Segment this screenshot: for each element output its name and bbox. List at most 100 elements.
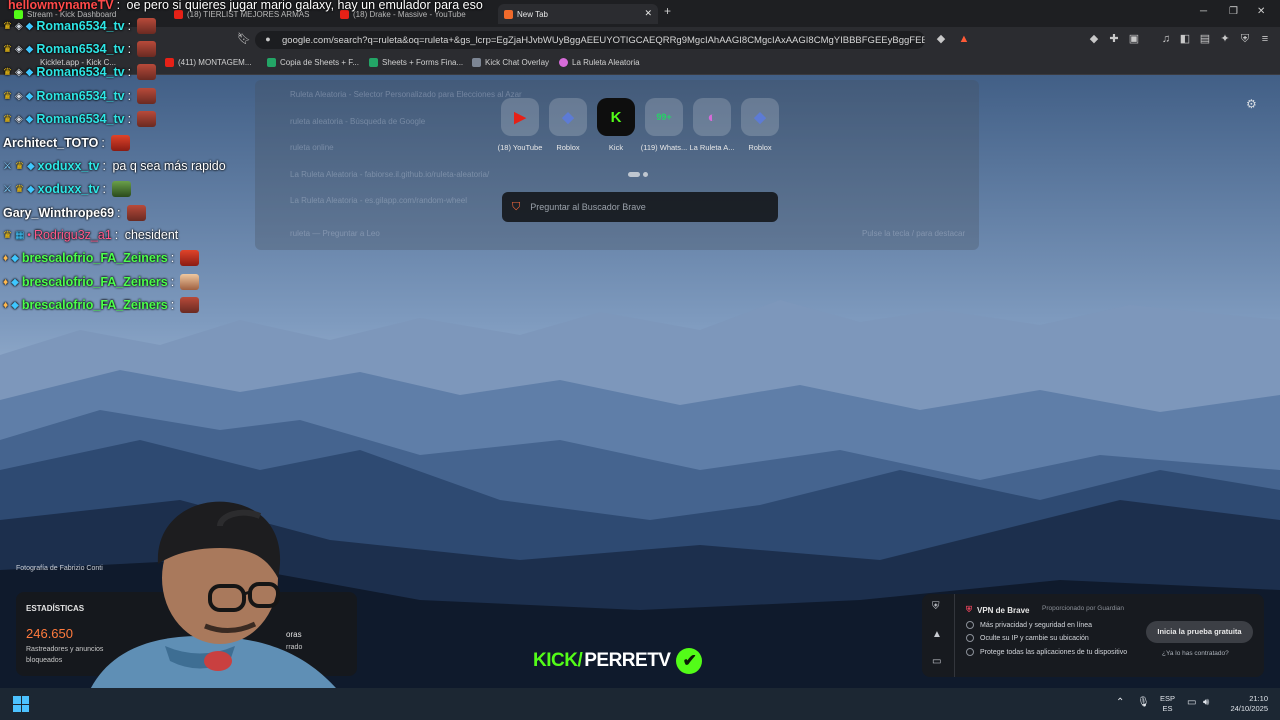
diamond-badge-icon: ◆ <box>25 90 34 102</box>
clock-date: 24/10/2025 <box>1230 704 1268 713</box>
vpn-icon[interactable]: ⛨ <box>1239 33 1251 45</box>
customize-gear-icon[interactable]: ⚙ <box>1246 97 1257 111</box>
close-window-icon[interactable]: ✕ <box>1257 6 1265 17</box>
speed-dial-pager[interactable] <box>628 164 651 182</box>
dot-badge-icon: • <box>27 229 31 241</box>
chat-username: Roman6534_tv <box>36 19 125 33</box>
warning-icon[interactable]: ▲ <box>932 629 942 640</box>
chat-message: ⚔ ♛ ◆ xoduxx_tv: pa q sea más rapido <box>3 159 226 173</box>
pager-dot-active[interactable] <box>628 172 640 177</box>
brave-rewards-icon[interactable]: ▲ <box>958 33 970 45</box>
diamond-badge-icon: ◆ <box>25 113 34 125</box>
globe-icon <box>472 58 481 67</box>
volume-icon[interactable]: 🔊︎ <box>1203 697 1209 708</box>
puzzle-icon[interactable]: ✚ <box>1108 33 1120 45</box>
vpn-feature-text: Más privacidad y seguridad en línea <box>980 621 1093 629</box>
screenshot-icon[interactable]: ▣ <box>1128 33 1140 45</box>
crown-badge-icon: ♛ <box>14 183 24 195</box>
suggestion-item[interactable]: La Ruleta Aleatoria - es.gilapp.com/rand… <box>290 196 467 205</box>
emote-icon <box>111 181 131 197</box>
vpn-shield-icon: ⛨ <box>966 605 972 614</box>
chat-username: xoduxx_tv <box>37 159 100 173</box>
site-info-icon[interactable]: ● <box>262 33 274 45</box>
chat-username: Roman6534_tv <box>36 42 125 56</box>
microphone-icon[interactable]: 🎙︎ <box>1137 697 1150 708</box>
brave-search-box[interactable]: ⛉ Preguntar al Buscador Brave <box>502 192 778 222</box>
suggestion-item[interactable]: ruleta aleatoria - Búsqueda de Google <box>290 117 425 126</box>
bookmark-label: Kick Chat Overlay <box>485 58 550 67</box>
keyboard-layout: ES <box>1162 704 1173 713</box>
channel-name: PERRETV <box>584 650 671 671</box>
system-clock[interactable]: 21:10 24/10/2025 <box>1222 694 1268 714</box>
shield-badge-icon: ◈ <box>14 66 23 78</box>
bookmark-label: La Ruleta Aleatoria <box>572 58 640 67</box>
chat-username: Gary_Winthrope69 <box>3 206 115 220</box>
shield-icon[interactable]: ⛨ <box>932 601 940 612</box>
clock-time: 21:10 <box>1249 694 1268 703</box>
language-indicator[interactable]: ESP ES <box>1160 694 1175 714</box>
chat-message: ♛ ◈ ◆ Roman6534_tv: <box>3 64 157 80</box>
chat-text: oe pero si quieres jugar mario galaxy, h… <box>126 0 483 12</box>
windows-start-icon[interactable] <box>13 696 29 712</box>
maximize-icon[interactable]: ❐ <box>1229 6 1238 17</box>
suggestion-item[interactable]: Ruleta Aleatoria - Selector Personalizad… <box>290 90 522 99</box>
music-icon[interactable]: ♫ <box>1160 33 1172 45</box>
card-icon[interactable]: ▭ <box>932 656 941 667</box>
verified-check-icon: ✔ <box>676 648 703 674</box>
new-tab-button[interactable]: + <box>664 4 671 18</box>
leo-ai-icon[interactable]: ✦ <box>1219 33 1231 45</box>
crown-badge-icon: ♛ <box>3 43 12 55</box>
bookmark-sheets-forms[interactable]: Sheets + Forms Fina... <box>369 58 463 67</box>
wallet-icon[interactable]: ▤ <box>1199 33 1211 45</box>
widget-side-nav: ⛨ ▲ ▭ <box>922 594 955 677</box>
chat-username: Roman6534_tv <box>36 65 125 79</box>
chat-message: ♛ ◈ ◆ Roman6534_tv: <box>3 41 157 57</box>
bookmark-copia-sheets[interactable]: Copia de Sheets + F... <box>267 58 359 67</box>
display-icon[interactable]: ▭ <box>1187 697 1196 708</box>
bookmark-icon[interactable]: 🔖︎ <box>237 33 251 45</box>
suggestion-item[interactable]: La Ruleta Aleatoria - fabiorse.il.github… <box>290 170 489 179</box>
emote-icon <box>137 64 157 80</box>
check-circle-icon <box>966 648 974 656</box>
chat-message: hellowmynameTV: oe pero si quieres jugar… <box>8 0 483 12</box>
bookmark-ruleta[interactable]: La Ruleta Aleatoria <box>559 58 640 67</box>
chat-username: Architect_TOTO <box>3 136 99 150</box>
pager-dot[interactable] <box>643 172 648 177</box>
brave-shields-icon[interactable]: ◆ <box>935 33 947 45</box>
sidebar-icon[interactable]: ◧ <box>1179 33 1191 45</box>
start-trial-button[interactable]: Inicia la prueba gratuita <box>1146 621 1253 643</box>
chat-username: hellowmynameTV <box>8 0 114 12</box>
suggestion-item[interactable]: ruleta — Preguntar a Leo <box>290 229 380 238</box>
shield-badge-icon: ◈ <box>14 43 23 55</box>
chat-text: pa q sea más rapido <box>112 159 226 173</box>
windows-taskbar <box>0 688 1280 720</box>
chat-message: ♦ ◆ brescalofrio_FA_Zeiners: <box>3 274 200 290</box>
chevron-up-icon[interactable]: ⌃ <box>1116 697 1124 708</box>
emote-icon <box>137 41 157 57</box>
kick-icon: K <box>597 98 635 136</box>
suggestion-hint: Pulse la tecla / para destacar <box>862 229 966 238</box>
crown-badge-icon: ♛ <box>3 20 12 32</box>
close-tab-icon[interactable]: ✕ <box>644 8 652 19</box>
language-code: ESP <box>1160 694 1176 703</box>
crown-badge-icon: ♛ <box>14 160 24 172</box>
second-row-tab-montagem[interactable]: (411) MONTAGEM... <box>165 58 252 67</box>
tab-new-tab[interactable]: New Tab ✕ <box>498 4 658 24</box>
minimize-icon[interactable]: ─ <box>1200 6 1207 17</box>
menu-icon[interactable]: ≡ <box>1259 33 1271 45</box>
diamond-badge-icon: ◆ <box>11 252 19 264</box>
speed-dial-roblox-2[interactable]: ◆ Roblox <box>732 98 788 152</box>
extension-icon[interactable]: ◆ <box>1088 33 1100 45</box>
already-purchased-link[interactable]: ¿Ya lo has contratado? <box>1162 650 1229 657</box>
check-circle-icon <box>966 621 974 629</box>
crown-badge-icon: ♛ <box>3 90 12 102</box>
brave-lion-icon: ⛉ <box>512 200 521 213</box>
bookmark-kick-chat-overlay[interactable]: Kick Chat Overlay <box>472 58 549 67</box>
emote-icon <box>126 205 146 221</box>
suggestion-item[interactable]: ruleta online <box>290 143 334 152</box>
url-bar[interactable]: google.com/search?q=ruleta&oq=ruleta+&gs… <box>255 31 925 49</box>
tab-label: New Tab <box>517 9 548 19</box>
ruleta-icon <box>559 58 568 67</box>
emote-icon <box>180 297 200 313</box>
crown-badge-icon: ♛ <box>3 66 12 78</box>
